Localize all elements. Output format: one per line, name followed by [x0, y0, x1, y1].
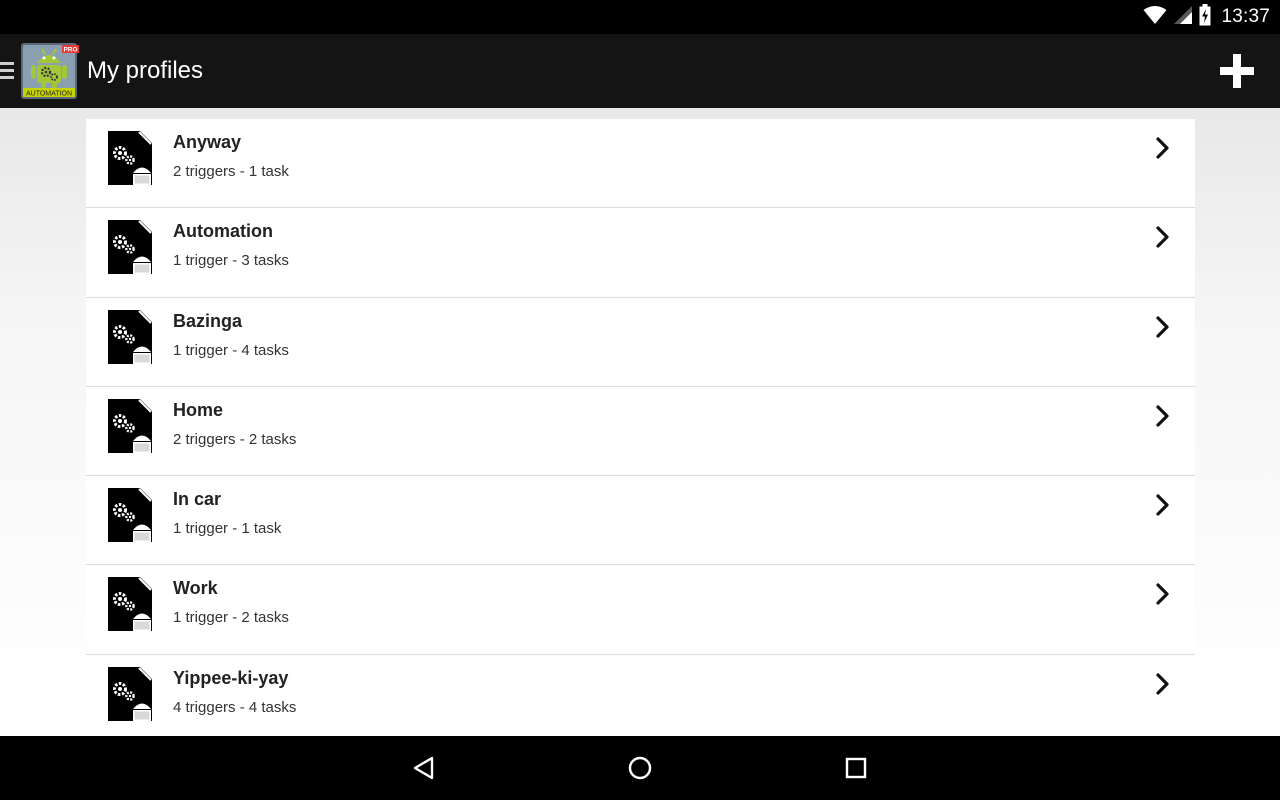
action-bar: AUTOMATION PRO My profiles — [0, 34, 1280, 108]
profile-name: In car — [173, 489, 222, 510]
app-logo[interactable]: AUTOMATION PRO — [20, 42, 80, 100]
back-icon[interactable] — [410, 754, 438, 782]
navigation-bar — [0, 736, 1280, 800]
profile-list-item[interactable]: Home 2 triggers - 2 tasks — [86, 386, 1195, 477]
profile-document-gears-icon — [108, 309, 152, 364]
profile-document-gears-icon — [108, 488, 152, 543]
chevron-right-icon[interactable] — [1155, 405, 1171, 427]
profile-list-item[interactable]: Work 1 trigger - 2 tasks — [86, 565, 1195, 655]
profile-list-item[interactable]: Anyway 2 triggers - 1 task — [86, 119, 1195, 209]
chevron-right-icon[interactable] — [1155, 673, 1171, 695]
profile-name: Anyway — [173, 132, 242, 152]
battery-charging-icon — [1199, 3, 1211, 31]
profile-list-item[interactable]: Automation 1 trigger - 3 tasks — [86, 208, 1195, 298]
app-logo-text: AUTOMATION — [26, 91, 72, 98]
profile-summary: 1 trigger - 2 tasks — [173, 609, 289, 627]
chevron-right-icon[interactable] — [1155, 137, 1171, 159]
profile-summary: 1 trigger - 3 tasks — [173, 252, 289, 270]
status-icons: 13:37 — [1137, 0, 1270, 34]
profile-name: Home — [173, 399, 224, 420]
page-title: My profiles — [87, 57, 204, 84]
profile-summary: 2 triggers - 1 task — [173, 163, 289, 180]
home-icon[interactable] — [626, 754, 654, 782]
profile-summary: 1 trigger - 4 tasks — [173, 341, 289, 359]
profile-name: Yippee-ki-yay — [173, 667, 289, 688]
profile-document-gears-icon — [108, 666, 152, 721]
profile-list: Anyway 2 triggers - 1 task Automation 1 … — [86, 119, 1195, 736]
profile-summary: 2 triggers - 2 tasks — [173, 430, 297, 448]
chevron-right-icon[interactable] — [1155, 583, 1171, 606]
profile-name: Bazinga — [173, 310, 243, 331]
status-time: 13:37 — [1221, 6, 1270, 27]
profile-list-item[interactable]: Bazinga 1 trigger - 4 tasks — [86, 297, 1195, 387]
wifi-icon — [1143, 5, 1167, 30]
profile-list-item[interactable]: In car 1 trigger - 1 task — [86, 476, 1195, 566]
profile-list-container[interactable]: Anyway 2 triggers - 1 task Automation 1 … — [0, 108, 1280, 736]
drawer-menu-icon[interactable] — [0, 62, 14, 80]
profile-document-gears-icon — [108, 220, 152, 275]
profile-list-item[interactable]: Yippee-ki-yay 4 triggers - 4 tasks — [86, 654, 1195, 736]
recents-icon[interactable] — [842, 754, 870, 782]
profile-document-gears-icon — [108, 131, 152, 185]
chevron-right-icon[interactable] — [1155, 315, 1171, 338]
add-profile-button[interactable] — [1218, 52, 1256, 90]
profile-summary: 1 trigger - 1 task — [173, 520, 282, 538]
chevron-right-icon[interactable] — [1155, 494, 1171, 516]
profile-name: Work — [173, 578, 218, 599]
profile-summary: 4 triggers - 4 tasks — [173, 698, 297, 716]
cell-signal-icon — [1173, 5, 1193, 30]
profile-document-gears-icon — [108, 398, 152, 453]
status-bar: 13:37 — [0, 0, 1280, 34]
profile-document-gears-icon — [108, 577, 152, 632]
chevron-right-icon[interactable] — [1155, 226, 1171, 248]
pro-badge: PRO — [63, 47, 77, 54]
profile-name: Automation — [173, 221, 273, 242]
